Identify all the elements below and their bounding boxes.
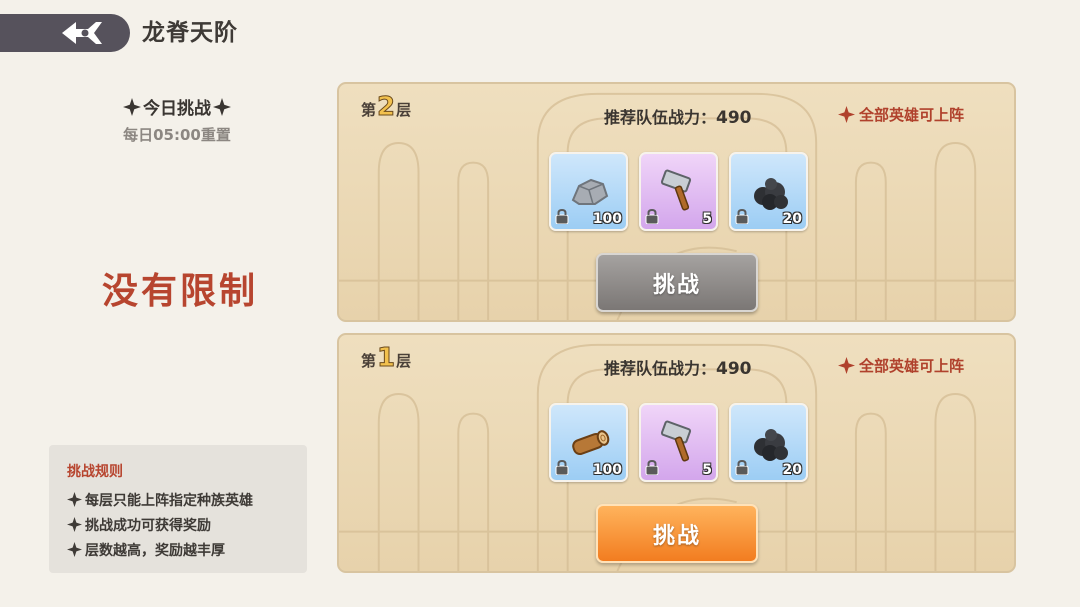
reward-list: 100 5 20	[549, 403, 808, 482]
challenge-button-locked[interactable]: 挑战	[596, 253, 758, 312]
hammer-icon	[660, 420, 692, 462]
rule-text: 每层只能上阵指定种族英雄	[85, 492, 253, 509]
challenge-rules-box: 挑战规则 每层只能上阵指定种族英雄 挑战成功可获得奖励 层数越高，奖励越丰厚	[49, 445, 307, 573]
rules-title: 挑战规则	[67, 464, 123, 480]
floor-prefix: 第	[361, 101, 377, 119]
recommended-power: 推荐队伍战力：490	[604, 355, 752, 379]
challenge-button[interactable]: 挑战	[596, 504, 758, 563]
reward-count: 20	[782, 211, 802, 227]
rule-item: 层数越高，奖励越丰厚	[67, 537, 307, 562]
sparkle-icon	[123, 97, 141, 116]
hero-eligibility-note: 全部英雄可上阵	[837, 104, 964, 125]
restriction-text: 没有限制	[101, 271, 258, 312]
floor-number: 2	[377, 92, 396, 122]
power-label: 推荐队伍战力：	[604, 108, 717, 127]
reward-list: 100 5 20	[549, 152, 808, 231]
daily-reset-time: 每日05:00重置	[123, 126, 231, 144]
reward-item[interactable]: 20	[729, 152, 808, 231]
floor-suffix: 层	[396, 101, 412, 119]
power-value: 490	[716, 359, 752, 379]
reward-count: 100	[592, 462, 622, 478]
rule-text: 层数越高，奖励越丰厚	[85, 542, 225, 559]
reward-count: 100	[592, 211, 622, 227]
rule-item: 每层只能上阵指定种族英雄	[67, 487, 307, 512]
lock-icon	[555, 460, 569, 475]
reward-item[interactable]: 100	[549, 403, 628, 482]
daily-challenge-heading: 今日挑战	[110, 94, 244, 119]
lock-icon	[735, 460, 749, 475]
reward-item[interactable]: 20	[729, 403, 808, 482]
floor-panel-1: 第 1 层 推荐队伍战力：490 全部英雄可上阵 100 5 20 挑战	[337, 333, 1016, 573]
sparkle-icon	[67, 542, 82, 557]
page-title: 龙脊天阶	[142, 20, 238, 46]
reward-count: 5	[702, 211, 712, 227]
hero-eligibility-text: 全部英雄可上阵	[858, 106, 964, 124]
back-button[interactable]	[0, 14, 130, 52]
floor-panel-2: 第 2 层 推荐队伍战力：490 全部英雄可上阵 100 5 20 挑战	[337, 82, 1016, 322]
lock-icon	[735, 209, 749, 224]
back-arrow-icon	[62, 22, 102, 44]
sparkle-icon	[213, 97, 231, 116]
hammer-icon	[660, 169, 692, 211]
reward-item[interactable]: 5	[639, 152, 718, 231]
sparkle-icon	[67, 517, 82, 532]
coal-icon	[754, 178, 788, 210]
reward-item[interactable]: 100	[549, 152, 628, 231]
hero-eligibility-text: 全部英雄可上阵	[858, 357, 964, 375]
floor-prefix: 第	[361, 352, 377, 370]
hero-eligibility-note: 全部英雄可上阵	[837, 355, 964, 376]
sparkle-icon	[837, 106, 855, 123]
sparkle-icon	[837, 357, 855, 374]
power-label: 推荐队伍战力：	[604, 359, 717, 378]
reward-count: 5	[702, 462, 712, 478]
stone-ore-icon	[571, 178, 609, 205]
reward-count: 20	[782, 462, 802, 478]
floor-suffix: 层	[396, 352, 412, 370]
lock-icon	[645, 460, 659, 475]
rule-text: 挑战成功可获得奖励	[85, 517, 211, 534]
reward-item[interactable]: 5	[639, 403, 718, 482]
sparkle-icon	[67, 492, 82, 507]
coal-icon	[754, 429, 788, 461]
power-value: 490	[716, 108, 752, 128]
floor-number: 1	[377, 343, 396, 373]
floor-label: 第 2 层	[361, 92, 412, 122]
wood-log-icon	[572, 430, 610, 456]
floor-label: 第 1 层	[361, 343, 412, 373]
daily-challenge-label: 今日挑战	[143, 99, 211, 119]
lock-icon	[645, 209, 659, 224]
rule-item: 挑战成功可获得奖励	[67, 512, 307, 537]
recommended-power: 推荐队伍战力：490	[604, 104, 752, 128]
lock-icon	[555, 209, 569, 224]
